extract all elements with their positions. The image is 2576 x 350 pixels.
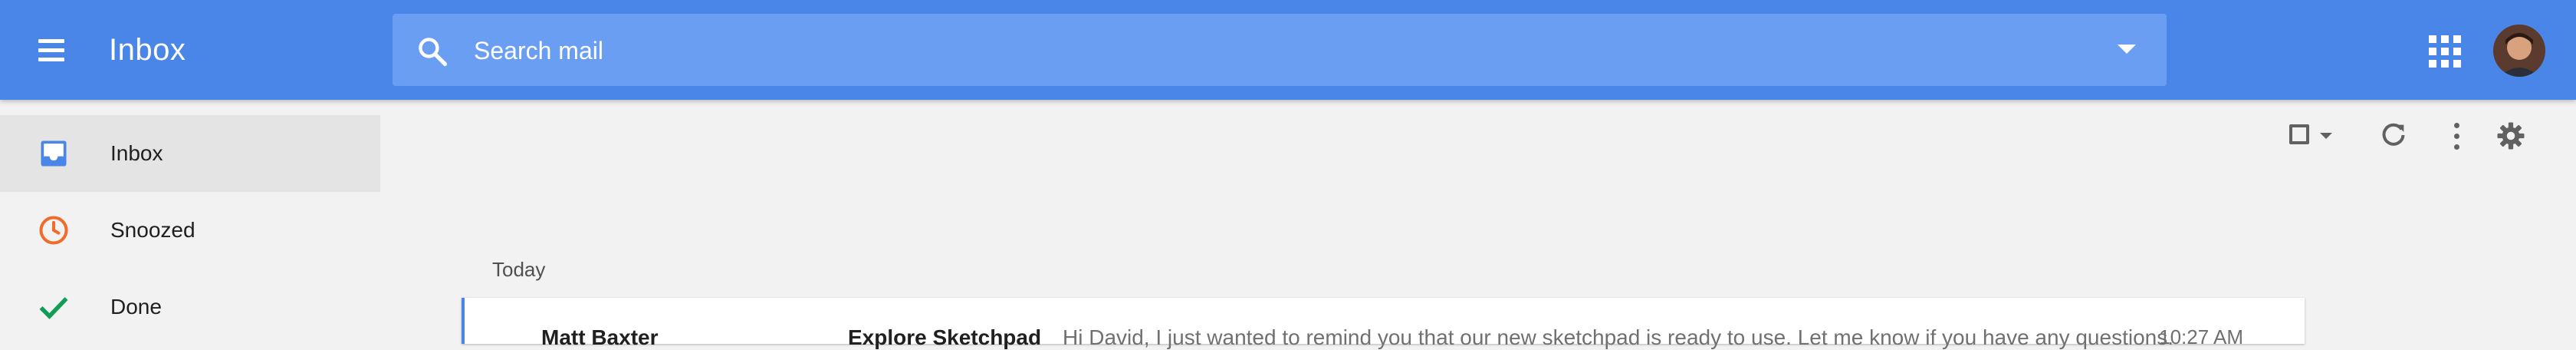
refresh-icon[interactable]	[2378, 120, 2409, 150]
settings-gear-icon[interactable]	[2495, 120, 2527, 152]
email-time: 10:27 AM	[2159, 325, 2243, 348]
clock-icon	[39, 216, 68, 245]
search-input[interactable]	[472, 28, 2009, 74]
sidebar-item-snoozed[interactable]: Snoozed	[0, 192, 380, 269]
more-vert-icon[interactable]	[2449, 123, 2464, 150]
email-sender: Matt Baxter	[541, 325, 659, 349]
search-options-dropdown-icon[interactable]	[2118, 45, 2136, 54]
sidebar-item-label: Done	[110, 295, 162, 319]
email-row[interactable]: Matt Baxter Explore Sketchpad Hi David, …	[462, 298, 2305, 349]
avatar[interactable]	[2493, 25, 2545, 77]
app-title: Inbox	[109, 33, 186, 67]
app-bar: Inbox	[0, 0, 2576, 100]
sidebar: Inbox Snoozed Done	[0, 100, 380, 330]
sidebar-item-label: Inbox	[110, 141, 163, 165]
sidebar-item-inbox[interactable]: Inbox	[0, 115, 380, 192]
apps-grid-icon[interactable]	[2429, 35, 2461, 68]
search-icon[interactable]	[416, 35, 449, 68]
inbox-icon	[41, 140, 67, 167]
section-label-today: Today	[492, 258, 546, 281]
email-subject: Explore Sketchpad	[848, 325, 1042, 349]
sidebar-item-label: Snoozed	[110, 218, 196, 242]
sidebar-item-done[interactable]: Done	[0, 269, 380, 345]
search-bar[interactable]	[393, 14, 2167, 86]
email-snippet: Hi David, I just wanted to remind you th…	[1063, 325, 2174, 349]
select-checkbox-icon[interactable]	[2289, 123, 2343, 149]
checkmark-icon	[39, 297, 68, 319]
menu-icon[interactable]	[35, 35, 67, 67]
